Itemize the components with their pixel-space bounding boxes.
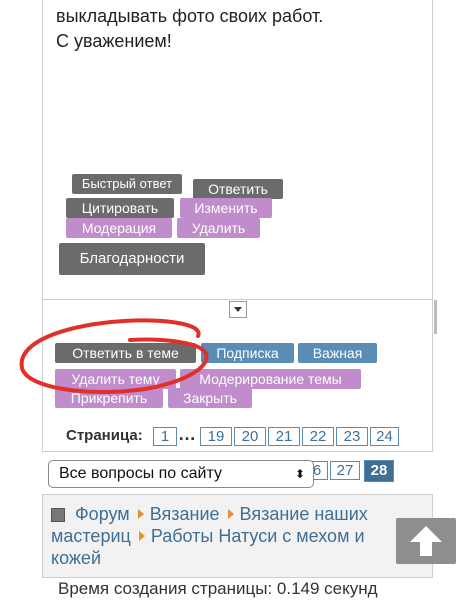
- scroll-to-top-button[interactable]: [396, 518, 456, 564]
- reply-button[interactable]: Ответить: [193, 179, 283, 199]
- quote-button[interactable]: Цитировать: [66, 198, 174, 218]
- breadcrumb-link-masters-knitting-cont[interactable]: мастериц: [51, 526, 131, 546]
- quick-reply-button[interactable]: Быстрый ответ: [72, 174, 182, 194]
- page-link[interactable]: 1: [153, 427, 177, 446]
- pagination-label: Страница:: [66, 427, 143, 444]
- post-text-line: выкладывать фото своих работ.: [56, 6, 324, 26]
- post-text: выкладывать фото своих работ. С уважение…: [56, 4, 323, 54]
- moderation-button[interactable]: Модерация: [66, 218, 172, 238]
- breadcrumb-link-knitting[interactable]: Вязание: [150, 504, 220, 524]
- breadcrumb-link-forum[interactable]: Форум: [75, 504, 130, 524]
- breadcrumb-arrow-icon: [137, 509, 144, 520]
- forum-jump-selected: Все вопросы по сайту: [59, 465, 222, 482]
- scrollbar[interactable]: [434, 300, 437, 334]
- arrow-up-icon: [410, 526, 442, 556]
- page-render-time: Время создания страницы: 0.149 секунд: [58, 579, 378, 598]
- page-link[interactable]: 20: [234, 427, 266, 446]
- breadcrumb-link-topic-cont[interactable]: кожей: [51, 548, 101, 568]
- breadcrumb: Форум Вязание Вязание наших мастериц Работы…: [42, 494, 433, 578]
- page-link[interactable]: 22: [302, 427, 334, 446]
- page-link[interactable]: 19: [200, 427, 232, 446]
- breadcrumb-link-topic[interactable]: Работы Натуси с мехом и: [151, 526, 365, 546]
- post-text-line: С уважением!: [56, 31, 172, 51]
- chevron-updown-icon: ⬍: [294, 467, 305, 481]
- breadcrumb-arrow-icon: [138, 531, 145, 542]
- forum-home-icon: [51, 508, 65, 523]
- pagination-ellipsis: …: [178, 424, 196, 444]
- page-link[interactable]: 21: [268, 427, 300, 446]
- annotation-circle: [19, 318, 209, 394]
- page-link[interactable]: 27: [330, 461, 360, 480]
- page-link[interactable]: 23: [336, 427, 368, 446]
- breadcrumb-arrow-icon: [227, 509, 234, 520]
- forum-jump-select[interactable]: Все вопросы по сайту ⬍: [48, 460, 314, 488]
- page-link[interactable]: 24: [370, 427, 399, 446]
- breadcrumb-link-masters-knitting[interactable]: Вязание наших: [240, 504, 368, 524]
- current-page: 28: [364, 460, 394, 482]
- thanks-button[interactable]: Благодарности: [59, 243, 205, 275]
- delete-post-button[interactable]: Удалить: [177, 218, 260, 238]
- edit-button[interactable]: Изменить: [180, 198, 272, 218]
- important-button[interactable]: Важная: [298, 343, 377, 363]
